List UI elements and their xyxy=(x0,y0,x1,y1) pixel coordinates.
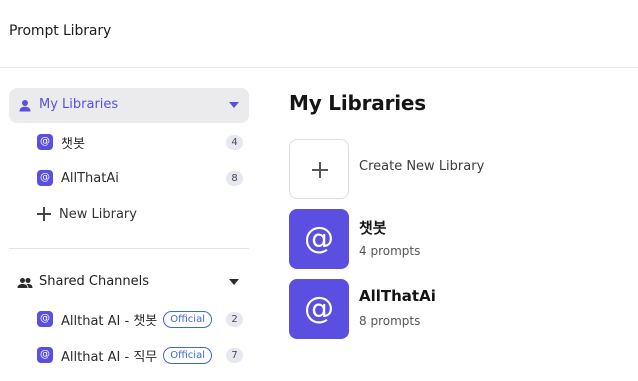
app-title: Prompt Library xyxy=(9,23,112,39)
at-sign-icon: @ xyxy=(37,134,53,150)
sidebar-item-label: 챗봇 xyxy=(61,136,85,152)
sidebar-item-label: Allthat AI - 직무 xyxy=(61,349,158,365)
count-badge: 4 xyxy=(226,135,243,150)
top-bar: Prompt Library xyxy=(0,0,638,68)
people-icon xyxy=(17,278,33,288)
at-sign-icon: @ xyxy=(37,347,53,363)
chevron-down-icon[interactable] xyxy=(229,102,239,108)
my-libraries-label: My Libraries xyxy=(39,97,119,112)
shared-channels-label: Shared Channels xyxy=(39,274,150,289)
official-badge: Official xyxy=(163,310,212,328)
sidebar-item-label: AllThatAi xyxy=(61,170,119,186)
prompt-count: 4 prompts xyxy=(359,244,421,258)
at-sign-icon: @ xyxy=(289,209,349,269)
divider xyxy=(9,248,249,249)
sidebar-item-chatbot[interactable]: @ 챗봇 4 xyxy=(37,131,243,153)
chevron-down-icon[interactable] xyxy=(229,279,239,285)
sidebar-item-shared-job[interactable]: @ Allthat AI - 직무 Official 7 xyxy=(37,344,243,366)
at-sign-icon: @ xyxy=(37,170,53,186)
count-badge: 7 xyxy=(226,348,243,363)
shared-channels-header[interactable]: Shared Channels xyxy=(9,265,249,300)
sidebar-item-allthatai[interactable]: @ AllThatAi 8 xyxy=(37,167,243,189)
sidebar-item-label: Allthat AI - 챗봇 xyxy=(61,313,158,329)
create-library-card[interactable]: Create New Library xyxy=(289,139,619,199)
new-library-label: New Library xyxy=(59,206,137,222)
create-library-tile[interactable] xyxy=(289,139,349,199)
sidebar: My Libraries @ 챗봇 4 @ AllThatAi 8 New Li… xyxy=(0,68,258,381)
sidebar-item-shared-chatbot[interactable]: @ Allthat AI - 챗봇 Official 2 xyxy=(37,308,243,330)
count-badge: 2 xyxy=(226,312,243,327)
main-content: My Libraries Create New Library @ 챗봇 4 p… xyxy=(258,68,638,381)
create-library-label: Create New Library xyxy=(359,159,485,174)
person-icon xyxy=(19,100,31,112)
plus-icon xyxy=(37,207,51,221)
official-badge: Official xyxy=(163,346,212,364)
my-libraries-header[interactable]: My Libraries xyxy=(9,88,249,123)
plus-icon xyxy=(312,162,328,178)
at-sign-icon: @ xyxy=(289,279,349,339)
at-sign-icon: @ xyxy=(37,311,53,327)
library-card-allthatai[interactable]: @ AllThatAi 8 prompts xyxy=(289,279,619,339)
library-name: 챗봇 xyxy=(359,219,387,237)
count-badge: 8 xyxy=(226,171,243,186)
library-card-chatbot[interactable]: @ 챗봇 4 prompts xyxy=(289,209,619,269)
page-title: My Libraries xyxy=(289,91,426,115)
prompt-count: 8 prompts xyxy=(359,314,421,328)
new-library-button[interactable]: New Library xyxy=(37,204,137,224)
library-name: AllThatAi xyxy=(359,287,436,305)
